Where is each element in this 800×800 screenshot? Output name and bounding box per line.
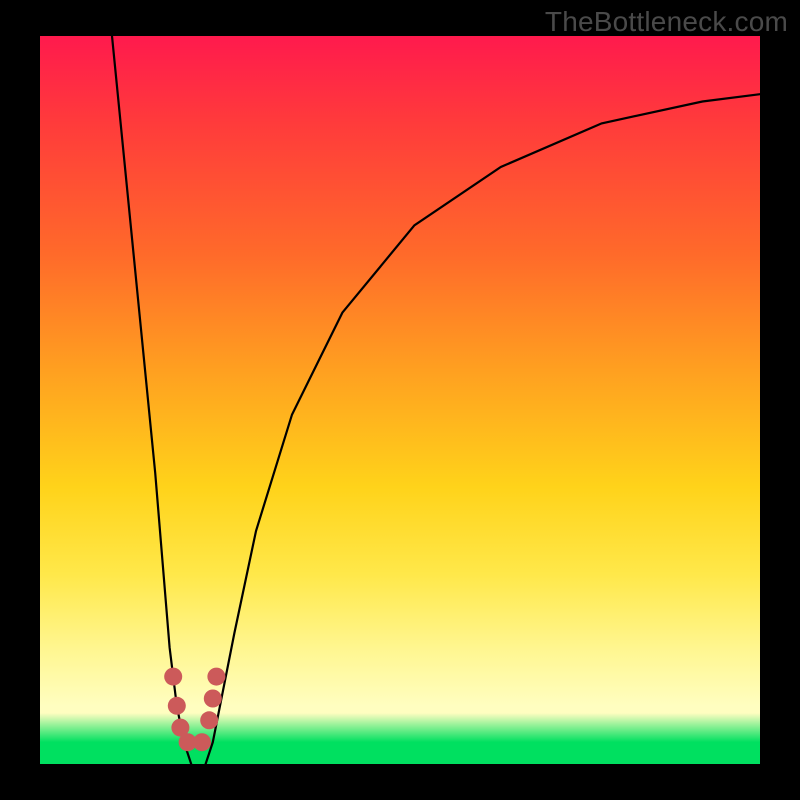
marker-dot <box>193 733 211 751</box>
curve-left-branch <box>112 36 191 764</box>
marker-dot <box>200 711 218 729</box>
marker-dot <box>204 690 222 708</box>
curve-right-branch <box>206 94 760 764</box>
watermark-text: TheBottleneck.com <box>545 6 788 38</box>
chart-frame: TheBottleneck.com <box>0 0 800 800</box>
marker-cluster <box>164 668 225 752</box>
marker-dot <box>164 668 182 686</box>
chart-svg <box>40 36 760 764</box>
marker-dot <box>207 668 225 686</box>
marker-dot <box>168 697 186 715</box>
